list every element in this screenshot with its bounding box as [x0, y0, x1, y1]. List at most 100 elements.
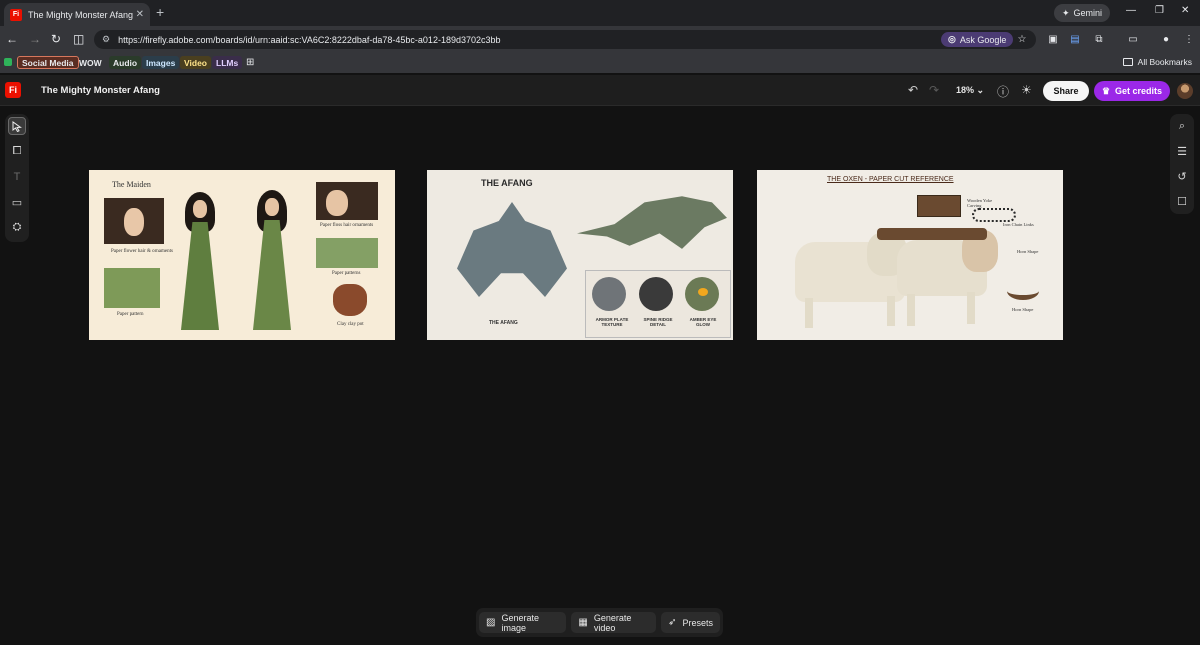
maiden-figure-front: [177, 192, 223, 332]
right-tool-rail: ⌕ ☰ ↺ ☐: [1170, 114, 1194, 214]
generate-image-label: Generate image: [501, 612, 539, 633]
minimize-icon[interactable]: —: [1126, 5, 1136, 16]
extension-a-icon[interactable]: ▣: [1046, 32, 1060, 46]
close-tab-icon[interactable]: ✕: [136, 9, 144, 20]
generate-video-button[interactable]: ▦ Generate video: [571, 612, 657, 633]
zoom-value: 18%: [956, 85, 975, 95]
zoom-level[interactable]: 18% ⌄: [956, 85, 984, 96]
generate-toolbar: ▨ Generate image ▦ Generate video ➶ Pres…: [476, 608, 723, 637]
text-tool-icon[interactable]: T: [8, 168, 26, 186]
back-icon[interactable]: ←: [6, 32, 18, 46]
spine-ridge-swatch: [639, 277, 673, 311]
artboard-tool-icon[interactable]: ⧠: [8, 142, 26, 160]
share-button[interactable]: Share: [1043, 81, 1089, 101]
film-icon: ▦: [578, 617, 588, 628]
bookmark-llms[interactable]: LLMs: [212, 56, 243, 69]
maiden-hair-closeup: [316, 182, 378, 220]
new-tab-button[interactable]: +: [156, 4, 164, 20]
help-icon[interactable]: ⓘ: [997, 83, 1009, 100]
afang-side-view: [577, 196, 727, 249]
maiden-pattern-closeup: [316, 238, 378, 268]
firefly-favicon-icon: Fi: [10, 8, 22, 21]
image-tool-icon[interactable]: ⛭: [8, 218, 26, 236]
iron-chain-swatch: [972, 208, 1016, 222]
undo-icon[interactable]: ↶: [908, 83, 918, 97]
label-yoke: Wooden Yoke Carving: [967, 198, 993, 208]
search-icon[interactable]: ⌕: [1173, 117, 1191, 135]
gemini-label: Gemini: [1073, 8, 1103, 18]
rocket-icon: ➶: [668, 617, 677, 628]
apps-grid-icon[interactable]: ⊞: [246, 57, 254, 68]
label-paper-pattern: Paper pattern: [117, 312, 144, 317]
browser-tab[interactable]: Fi The Mighty Monster Afang ✕: [4, 3, 150, 26]
folder-icon: [1122, 58, 1133, 66]
bookmark-images[interactable]: Images: [142, 56, 180, 69]
clay-pot: [333, 284, 367, 316]
afang-front-view: [457, 202, 567, 297]
armor-plate-swatch: [592, 277, 626, 311]
maiden-pattern-swatch: [104, 268, 160, 308]
app-header: Fi The Mighty Monster Afang ↶ ↷ 18% ⌄ ⓘ …: [0, 75, 1200, 106]
maiden-title: The Maiden: [112, 180, 151, 189]
reload-icon[interactable]: ↻: [51, 32, 61, 46]
avatar[interactable]: [1177, 83, 1193, 99]
label-horn-2: Horn Shape: [1012, 307, 1034, 312]
board-image-maiden[interactable]: The Maiden Paper flower hair & ornaments…: [89, 170, 395, 340]
yoke-bar: [877, 228, 987, 240]
extensions-puzzle-icon[interactable]: ⧉: [1092, 32, 1106, 46]
split-view-icon[interactable]: ◫: [73, 32, 84, 46]
board-title[interactable]: The Mighty Monster Afang: [41, 85, 160, 96]
bookmark-wow[interactable]: WOW: [75, 56, 106, 69]
label-chain: Iron Chain Links: [1003, 222, 1034, 227]
shape-tool-icon[interactable]: ▭: [8, 193, 26, 211]
bookmark-video[interactable]: Video: [180, 56, 211, 69]
bookmark-social-media[interactable]: Social Media: [17, 56, 79, 69]
site-info-icon[interactable]: ⚙: [102, 34, 110, 45]
browser-tab-strip: Fi The Mighty Monster Afang ✕ + ✦ Gemini…: [0, 0, 1200, 26]
url-text: https://firefly.adobe.com/boards/id/urn:…: [118, 34, 501, 45]
extension-b-icon[interactable]: ▤: [1068, 32, 1082, 46]
address-bar[interactable]: ⚙ https://firefly.adobe.com/boards/id/ur…: [94, 30, 1036, 49]
generate-image-button[interactable]: ▨ Generate image: [479, 612, 567, 633]
label-clay-pot: Clay clay pot: [337, 322, 364, 327]
yoke-carving-swatch: [917, 195, 961, 217]
amber-eye-label: AMBER EYE GLOW: [689, 317, 717, 327]
oxen-title: THE OXEN - PAPER CUT REFERENCE: [827, 176, 954, 183]
get-credits-button[interactable]: ♛ Get credits: [1094, 81, 1170, 101]
bookmark-star-icon[interactable]: ☆: [1015, 32, 1029, 46]
forward-icon[interactable]: →: [29, 32, 41, 46]
bookmark-green-icon[interactable]: [4, 58, 12, 66]
select-tool-icon[interactable]: [8, 117, 26, 135]
board-image-afang[interactable]: THE AFANG THE AFANG ARMOR PLATE TEXTURE …: [427, 170, 733, 340]
label-flower-hair: Paper flower hair & ornaments: [111, 249, 173, 254]
browser-menu-icon[interactable]: ⋮: [1182, 32, 1196, 46]
redo-icon[interactable]: ↷: [929, 83, 939, 97]
comment-icon[interactable]: ☐: [1173, 192, 1191, 210]
side-panel-icon[interactable]: ▭: [1126, 32, 1140, 46]
all-bookmarks-label: All Bookmarks: [1137, 57, 1192, 67]
crown-icon: ♛: [1101, 85, 1111, 96]
afang-caption: THE AFANG: [489, 320, 518, 326]
board-image-oxen[interactable]: THE OXEN - PAPER CUT REFERENCE Wooden Yo…: [757, 170, 1063, 340]
restore-icon[interactable]: ❐: [1155, 5, 1164, 16]
presets-button[interactable]: ➶ Presets: [661, 612, 720, 633]
amber-eye-swatch: [685, 277, 719, 311]
lightbulb-icon[interactable]: ☀: [1021, 83, 1032, 97]
history-icon[interactable]: ↺: [1173, 167, 1191, 185]
ask-google-button[interactable]: ◎ Ask Google: [941, 32, 1014, 47]
close-window-icon[interactable]: ✕: [1181, 5, 1189, 16]
gemini-button[interactable]: ✦ Gemini: [1054, 4, 1111, 22]
afang-title: THE AFANG: [481, 178, 533, 188]
all-bookmarks[interactable]: All Bookmarks: [1122, 57, 1192, 67]
chevron-down-icon: ⌄: [976, 85, 985, 95]
generate-video-label: Generate video: [593, 612, 632, 633]
left-tool-rail: ⧠ T ▭ ⛭: [5, 114, 29, 242]
firefly-logo[interactable]: Fi: [5, 82, 21, 98]
adjustments-icon[interactable]: ☰: [1173, 142, 1191, 160]
maiden-figure-side: [249, 190, 295, 330]
bookmark-audio[interactable]: Audio: [109, 56, 142, 69]
profile-icon[interactable]: ●: [1159, 32, 1173, 46]
bookmarks-bar: Social Media WOW Audio Images Video LLMs…: [0, 53, 1200, 73]
tab-title: The Mighty Monster Afang: [28, 9, 134, 20]
afang-detail-panel: ARMOR PLATE TEXTURE SPINE RIDGE DETAIL A…: [585, 270, 731, 338]
